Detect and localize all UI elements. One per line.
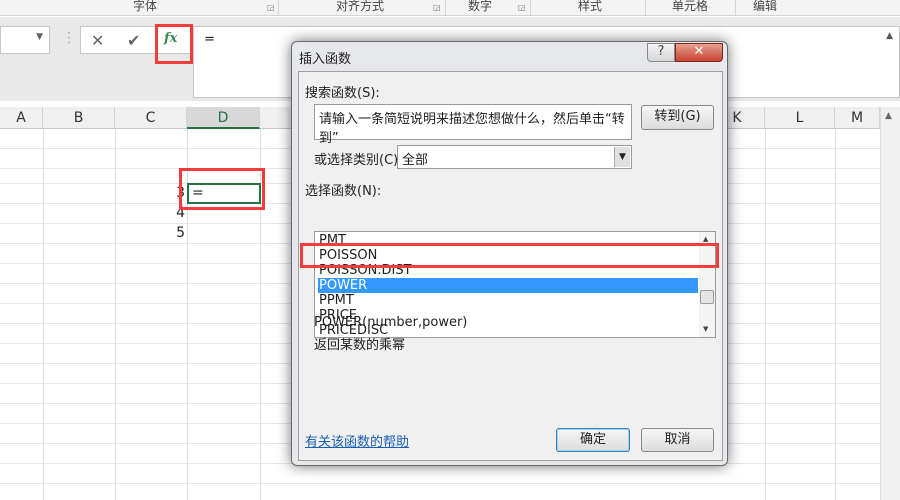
group-cells: 单元格 xyxy=(671,0,708,13)
dialog-launcher-icon[interactable]: ◲ xyxy=(433,3,441,12)
chevron-down-icon[interactable]: ▼ xyxy=(36,32,43,42)
column-header-d[interactable]: D xyxy=(187,107,260,129)
go-button[interactable]: 转到(G) xyxy=(641,105,714,130)
category-select[interactable]: 全部 ▼ xyxy=(397,145,632,169)
formula-content: = xyxy=(204,32,215,47)
enter-icon[interactable]: ✔ xyxy=(127,31,140,50)
highlight-power xyxy=(300,243,719,268)
scroll-up-icon[interactable]: ▲ xyxy=(703,235,708,243)
function-list-label: 选择函数(N): xyxy=(305,184,382,199)
scroll-up-icon[interactable]: ▲ xyxy=(885,111,892,121)
group-styles: 样式 xyxy=(577,0,602,13)
ok-button[interactable]: 确定 xyxy=(556,428,630,452)
group-editing: 编辑 xyxy=(752,0,777,13)
vertical-scrollbar[interactable]: ▲ xyxy=(880,107,900,500)
column-header-b[interactable]: B xyxy=(43,107,115,129)
close-icon: ✕ xyxy=(693,44,705,59)
highlight-cell xyxy=(179,168,265,210)
search-input-text: 请输入一条简短说明来描述您想做什么，然后单击“转到” xyxy=(319,112,625,146)
dialog-launcher-icon[interactable]: ◲ xyxy=(267,3,275,12)
function-signature: POWER(number,power) xyxy=(314,315,468,330)
help-link[interactable]: 有关该函数的帮助 xyxy=(305,431,409,450)
scroll-thumb[interactable] xyxy=(700,290,714,304)
drag-handle-icon[interactable]: ⋮ xyxy=(62,30,76,46)
search-input[interactable]: 请输入一条简短说明来描述您想做什么，然后单击“转到” xyxy=(314,104,632,146)
group-number: 数字 xyxy=(467,0,492,13)
help-button[interactable]: ? xyxy=(647,43,675,62)
column-header-m[interactable]: M xyxy=(835,107,880,129)
cancel-button[interactable]: 取消 xyxy=(641,428,714,452)
scroll-down-icon[interactable]: ▼ xyxy=(703,325,708,333)
category-value: 全部 xyxy=(402,153,429,168)
help-icon: ? xyxy=(657,44,665,59)
list-item-selected[interactable]: POWER xyxy=(318,278,698,293)
cancel-icon[interactable]: ✕ xyxy=(91,31,104,50)
list-item[interactable]: PPMT xyxy=(318,293,698,308)
category-label: 或选择类别(C): xyxy=(314,153,403,168)
column-header-l[interactable]: L xyxy=(765,107,835,129)
column-header-c[interactable]: C xyxy=(115,107,187,129)
group-alignment: 对齐方式 xyxy=(335,0,384,13)
name-box[interactable]: ▼ xyxy=(0,26,50,54)
ribbon-group-labels: 字体 ◲ 对齐方式 ◲ 数字 ◲ 样式 单元格 编辑 xyxy=(0,0,900,16)
chevron-down-icon[interactable]: ▼ xyxy=(614,147,630,167)
close-button[interactable]: ✕ xyxy=(675,43,723,62)
collapse-icon[interactable]: ▲ xyxy=(886,31,893,41)
column-header-a[interactable]: A xyxy=(0,107,43,129)
highlight-fx xyxy=(155,24,193,64)
dialog-launcher-icon[interactable]: ◲ xyxy=(518,3,526,12)
function-description: 返回某数的乘幂 xyxy=(314,338,406,353)
search-label: 搜索函数(S): xyxy=(305,86,380,101)
dialog-title: 插入函数 xyxy=(299,52,352,67)
group-font: 字体 xyxy=(132,0,157,13)
cell-c-value[interactable]: 5 xyxy=(145,225,185,241)
